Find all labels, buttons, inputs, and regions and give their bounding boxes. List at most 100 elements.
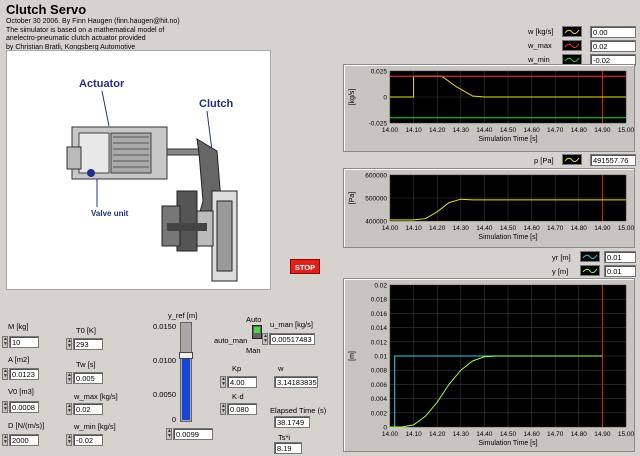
x-tick-label: 15.00 [618,127,634,134]
legend-y-swatch [580,265,600,276]
x-tick-label: 14.00 [382,225,399,232]
x-tick-label: 14.40 [476,431,493,438]
y-tick-label: 0.02 [374,283,387,290]
param-t0-input[interactable]: 293 [73,338,103,350]
param-a-spinner[interactable]: ▲ ▼ [2,368,8,380]
param-wmax-spinner[interactable]: ▲ ▼ [66,403,72,415]
legend-p-label: p [Pa] [534,156,554,165]
param-d-label: D [N/(m/s)] [8,421,45,430]
w-out-value: 3.14183835 [274,376,318,388]
u-man-spinner[interactable]: ▲ ▼ [262,333,268,345]
kd-label: K·d [232,392,244,401]
x-tick-label: 14.20 [429,431,446,438]
description: October 30 2006. By Finn Haugen (finn.ha… [6,18,180,51]
x-tick-label: 14.20 [429,127,446,134]
legend-wmax-label: w_max [528,41,552,50]
y-tick-label: 0.012 [371,339,388,346]
kp-spinner[interactable]: ▲ ▼ [220,376,226,388]
param-d-input[interactable]: 2000 [9,434,39,446]
y-tick-label: 0.004 [371,396,388,403]
slider-tick-1: 0.0100 [153,356,176,365]
chart-y-panel: 14.00 14.10 14.20 14.30 14.40 14.50 14.60 14.70… [343,278,635,452]
slider-thumb[interactable] [179,352,193,360]
chart-w: 14.00 14.10 14.20 14.30 14.40 14.50 14.60 14.70… [349,69,635,144]
param-t0-spinner[interactable]: ▲ ▼ [66,338,72,350]
x-tick-label: 14.60 [523,127,540,134]
slider-value-spinner[interactable]: ▲ ▼ [166,428,172,440]
x-axis-label: Simulation Time [s] [478,234,537,241]
param-wmin-spinner[interactable]: ▲ ▼ [66,434,72,446]
x-tick-label: 14.90 [594,431,611,438]
x-tick-label: 14.60 [523,225,540,232]
x-tick-label: 15.00 [618,225,634,232]
auto-man-label: auto_man [214,336,248,345]
x-tick-label: 14.30 [453,127,470,134]
x-tick-label: 14.00 [382,127,399,134]
param-m-input[interactable]: 10 [9,336,39,348]
x-tick-label: 14.80 [571,127,588,134]
x-tick-label: 14.80 [571,225,588,232]
page-title: Clutch Servo [6,2,87,17]
stop-button[interactable]: STOP [290,259,320,274]
x-tick-label: 15.00 [618,431,634,438]
y-tick-label: 400000 [365,219,387,226]
slider-fill [182,355,190,420]
legend-w-label: w [kg/s] [528,27,554,36]
man-label: Man [246,346,261,355]
u-man-label: u_man [kg/s] [270,320,313,329]
param-wmax-input[interactable]: 0.02 [73,403,103,415]
x-tick-label: 14.50 [500,127,517,134]
chart-p-panel: 14.00 14.10 14.20 14.30 14.40 14.50 14.60 14.70… [343,168,635,248]
x-axis-label: Simulation Time [s] [478,136,537,143]
y-tick-label: 500000 [365,196,387,203]
param-wmin-label: w_min [kg/s] [74,422,116,431]
auto-man-switch[interactable] [252,325,262,339]
y-ref-slider[interactable] [179,322,193,422]
y-axis-label: [kg/s] [349,89,356,106]
x-tick-label: 14.10 [405,225,422,232]
legend-w-swatch [562,26,582,37]
param-d-spinner[interactable]: ▲ ▼ [2,434,8,446]
x-tick-label: 14.60 [523,431,540,438]
u-man-input[interactable]: 0.00517483 [269,333,315,345]
param-wmin-input[interactable]: -0.02 [73,434,103,446]
y-tick-label: 0.018 [371,297,388,304]
x-tick-label: 14.30 [453,225,470,232]
param-tw-label: Tw [s] [76,360,96,369]
clutch-drawing [161,138,238,282]
clutch-illustration: Actuator Clutch Valve unit [6,50,271,290]
slider-tick-3: 0 [171,415,176,424]
slider-tick-2: 0.0050 [153,390,176,399]
x-tick-label: 14.70 [547,225,564,232]
legend-y-label: y [m] [552,267,569,276]
x-tick-label: 14.50 [500,431,517,438]
ts-label: Ts*i [278,433,291,442]
legend-yr-value: 0.01 [604,251,636,263]
auto-label: Auto [246,315,262,324]
x-tick-label: 14.50 [500,225,517,232]
param-tw-spinner[interactable]: ▲ ▼ [66,372,72,384]
x-tick-label: 14.40 [476,225,493,232]
legend-p-value: 491557.76 [590,154,636,166]
y-tick-label: 0.016 [371,311,388,318]
param-a-label: A [m2] [8,355,30,364]
kd-input[interactable]: 0.080 [227,403,257,415]
param-v0-spinner[interactable]: ▲ ▼ [2,401,8,413]
x-tick-label: 14.00 [382,431,399,438]
kp-input[interactable]: 4.00 [227,376,257,388]
y-tick-label: -0.025 [369,121,388,128]
param-v0-label: V0 [m3] [8,387,34,396]
legend-yr-swatch [580,251,600,262]
elapsed-value: 38.1749 [274,416,310,428]
param-a-input[interactable]: 0.0123 [9,368,39,380]
y-tick-label: 0.025 [371,69,388,76]
x-tick-label: 14.90 [594,127,611,134]
param-tw-input[interactable]: 0.005 [73,372,103,384]
slider-value-input[interactable]: 0.0099 [173,428,213,440]
param-m-spinner[interactable]: ▲ ▼ [2,336,8,348]
kd-spinner[interactable]: ▲ ▼ [220,403,226,415]
x-tick-label: 14.90 [594,225,611,232]
kp-label: Kp [232,364,242,373]
y-axis-label: [m] [349,351,356,361]
param-v0-input[interactable]: 0.0008 [9,401,39,413]
